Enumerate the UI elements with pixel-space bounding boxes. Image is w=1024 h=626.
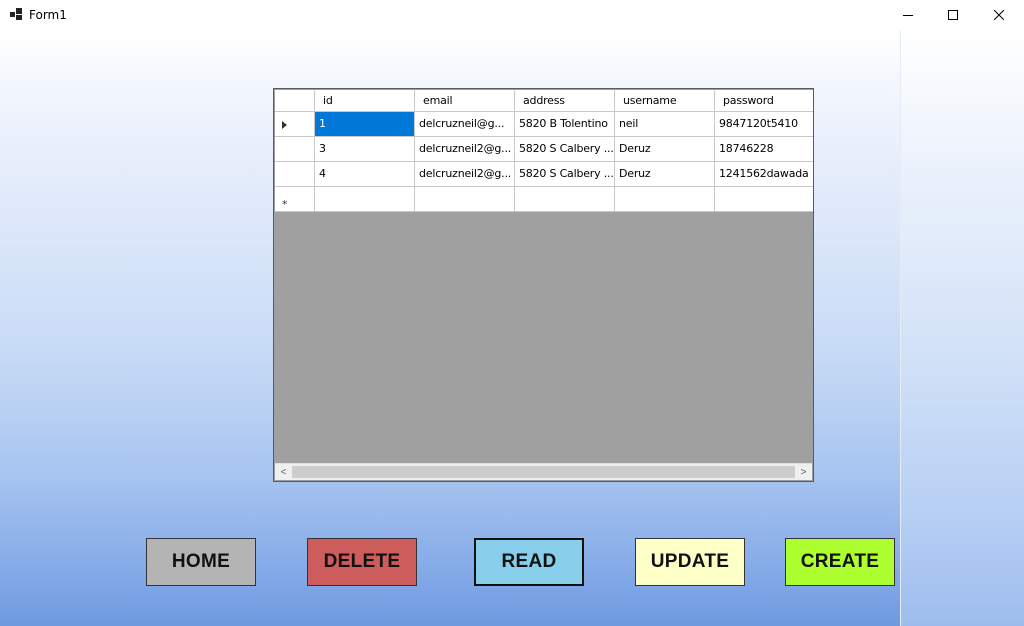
chevron-right-icon: >	[800, 466, 807, 478]
cell-username-new[interactable]	[615, 187, 715, 212]
cell-address-new[interactable]	[515, 187, 615, 212]
scrollbar-thumb[interactable]	[292, 466, 795, 478]
scroll-right-button[interactable]: >	[795, 464, 812, 480]
cell-email[interactable]: delcruzneil@g...	[415, 112, 515, 137]
close-button[interactable]	[976, 0, 1022, 30]
cell-password-new[interactable]	[715, 187, 813, 212]
column-header-email[interactable]: email	[415, 90, 515, 112]
cell-address[interactable]: 5820 S Calbery ...	[515, 137, 615, 162]
cell-address[interactable]: 5820 S Calbery ...	[515, 162, 615, 187]
row-header-current[interactable]	[275, 112, 315, 137]
grid-corner-header[interactable]	[275, 90, 315, 112]
delete-button[interactable]: DELETE	[307, 538, 417, 586]
maximize-button[interactable]	[930, 0, 976, 30]
table-row[interactable]: 1 delcruzneil@g... 5820 B Tolentino neil…	[275, 112, 813, 137]
minimize-icon	[903, 15, 913, 16]
cell-username[interactable]: Deruz	[615, 162, 715, 187]
home-button[interactable]: HOME	[146, 538, 256, 586]
grid-header-row: id email address username password	[275, 90, 813, 112]
create-button[interactable]: CREATE	[785, 538, 895, 586]
new-row-asterisk-icon: *	[282, 198, 288, 211]
title-bar: Form1	[0, 0, 1024, 30]
update-button[interactable]: UPDATE	[635, 538, 745, 586]
column-header-username[interactable]: username	[615, 90, 715, 112]
minimize-button[interactable]	[885, 0, 931, 30]
cell-id[interactable]: 3	[315, 137, 415, 162]
row-header[interactable]	[275, 162, 315, 187]
data-grid[interactable]: id email address username password 1 del…	[273, 88, 814, 482]
current-row-arrow-icon	[282, 121, 287, 129]
cell-id-new[interactable]	[315, 187, 415, 212]
cell-password[interactable]: 1241562dawada	[715, 162, 813, 187]
table-row[interactable]: 4 delcruzneil2@g... 5820 S Calbery ... D…	[275, 162, 813, 187]
column-header-password[interactable]: password	[715, 90, 813, 112]
scroll-left-button[interactable]: <	[275, 464, 292, 480]
cell-username[interactable]: neil	[615, 112, 715, 137]
chevron-left-icon: <	[280, 466, 287, 478]
cell-id[interactable]: 1	[315, 112, 415, 137]
cell-email[interactable]: delcruzneil2@g...	[415, 137, 515, 162]
row-header[interactable]	[275, 137, 315, 162]
app-icon	[10, 8, 22, 20]
cell-username[interactable]: Deruz	[615, 137, 715, 162]
column-header-address[interactable]: address	[515, 90, 615, 112]
right-panel	[900, 30, 1024, 626]
window-title: Form1	[29, 8, 67, 22]
cell-address[interactable]: 5820 B Tolentino	[515, 112, 615, 137]
cell-email-new[interactable]	[415, 187, 515, 212]
maximize-icon	[948, 10, 958, 20]
cell-id[interactable]: 4	[315, 162, 415, 187]
new-row[interactable]: *	[275, 187, 813, 212]
cell-password[interactable]: 18746228	[715, 137, 813, 162]
read-button[interactable]: READ	[474, 538, 584, 586]
close-icon	[994, 10, 1004, 20]
cell-email[interactable]: delcruzneil2@g...	[415, 162, 515, 187]
column-header-id[interactable]: id	[315, 90, 415, 112]
table-row[interactable]: 3 delcruzneil2@g... 5820 S Calbery ... D…	[275, 137, 813, 162]
cell-password[interactable]: 9847120t5410	[715, 112, 813, 137]
row-header-new[interactable]: *	[275, 187, 315, 212]
horizontal-scrollbar[interactable]: < >	[275, 463, 812, 480]
